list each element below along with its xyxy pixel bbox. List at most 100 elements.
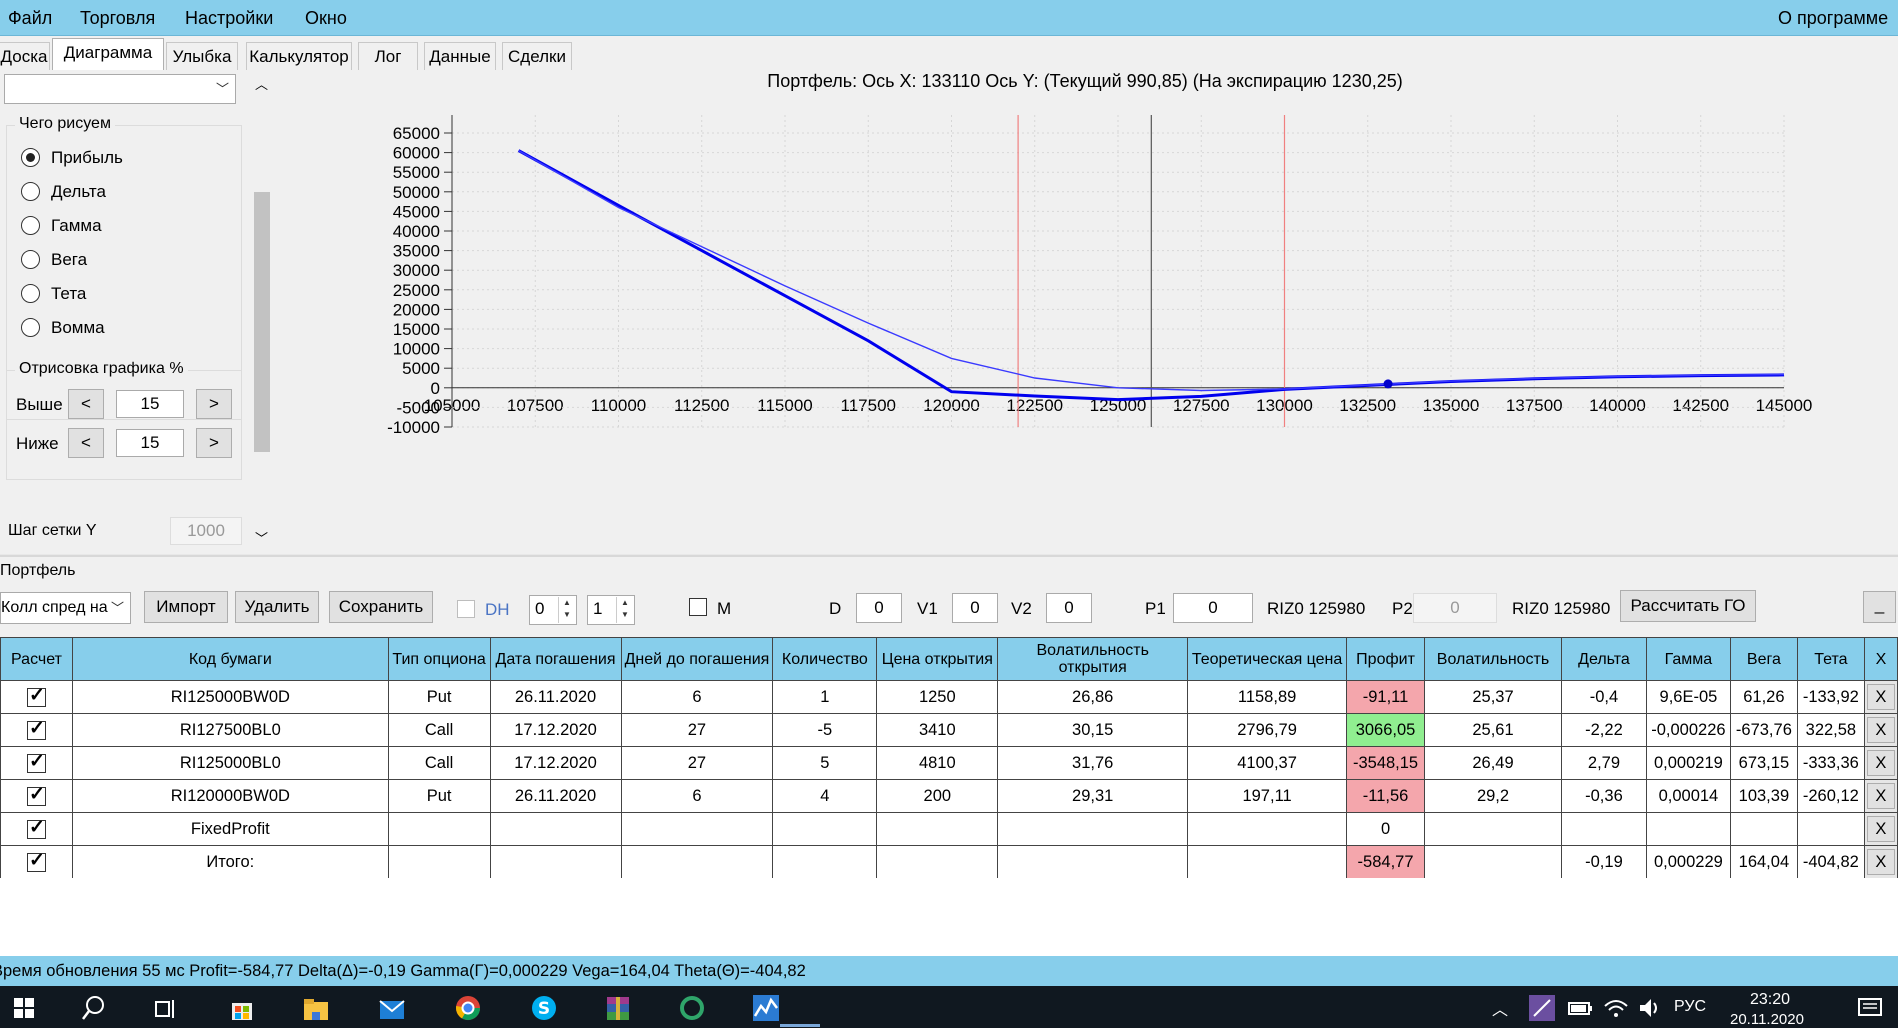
table-cell[interactable]: 0,00014	[1645, 779, 1731, 813]
remove-row-button[interactable]: X	[1866, 750, 1895, 776]
table-row[interactable]: RI127500BL0Call17.12.202027-5341030,1527…	[0, 713, 1898, 747]
table-cell[interactable]: Call	[387, 713, 491, 747]
import-button[interactable]: Импорт	[144, 591, 228, 623]
calculate-margin-button[interactable]: Рассчитать ГО	[1620, 590, 1756, 622]
pen-icon[interactable]	[1528, 994, 1556, 1022]
table-cell[interactable]: 6	[620, 779, 774, 813]
calc-checkbox[interactable]	[26, 717, 46, 740]
table-cell[interactable]: -584,77	[1346, 845, 1426, 879]
windows-start-icon[interactable]	[10, 994, 38, 1022]
header-delta[interactable]: Дельта	[1560, 637, 1647, 681]
table-cell[interactable]	[1424, 845, 1562, 879]
above-value[interactable]: 15	[116, 390, 184, 418]
table-cell[interactable]	[772, 812, 878, 846]
table-cell[interactable]	[1560, 812, 1647, 846]
table-cell[interactable]: 1	[772, 680, 878, 714]
table-cell[interactable]: 200	[876, 779, 999, 813]
table-cell[interactable]: 322,58	[1796, 713, 1865, 747]
mail-icon[interactable]	[378, 994, 406, 1022]
table-cell[interactable]: Put	[387, 779, 491, 813]
table-cell[interactable]: 4100,37	[1187, 746, 1348, 780]
table-cell[interactable]: -2,22	[1560, 713, 1647, 747]
table-cell[interactable]	[876, 845, 999, 879]
table-cell[interactable]: 61,26	[1729, 680, 1798, 714]
table-cell[interactable]	[997, 812, 1189, 846]
calc-checkbox-cell[interactable]	[0, 680, 73, 714]
table-cell[interactable]: 197,11	[1187, 779, 1348, 813]
table-cell[interactable]: -5	[772, 713, 878, 747]
store-icon[interactable]	[228, 994, 256, 1022]
table-cell[interactable]	[387, 812, 491, 846]
spin-box-2[interactable]: 1 ▲ ▼	[587, 595, 635, 625]
table-cell[interactable]: 2,79	[1560, 746, 1647, 780]
scrollbar-thumb[interactable]	[254, 192, 270, 452]
table-cell[interactable]: 2796,79	[1187, 713, 1348, 747]
table-cell[interactable]: RI125000BW0D	[71, 680, 389, 714]
tab-smile[interactable]: Улыбка	[166, 42, 238, 70]
tab-calculator[interactable]: Калькулятор	[246, 42, 352, 70]
table-cell[interactable]	[489, 812, 622, 846]
search-icon[interactable]	[80, 994, 108, 1022]
menu-settings[interactable]: Настройки	[185, 8, 273, 29]
updown-icon[interactable]: ▲ ▼	[616, 597, 633, 623]
table-row[interactable]: Итого: -584,77 -0,190,000229164,04-404,82X	[0, 845, 1898, 879]
show-hidden-icons-icon[interactable]: ︿	[1492, 996, 1508, 1020]
calc-checkbox[interactable]	[26, 849, 46, 872]
table-cell[interactable]: 29,31	[997, 779, 1189, 813]
table-cell[interactable]: -0,36	[1560, 779, 1647, 813]
table-cell[interactable]: 4	[772, 779, 878, 813]
table-cell[interactable]: 31,76	[997, 746, 1189, 780]
table-cell[interactable]	[489, 845, 622, 879]
remove-row-button[interactable]: X	[1866, 849, 1895, 875]
tab-data[interactable]: Данные	[424, 42, 496, 70]
remove-row-button[interactable]: X	[1866, 783, 1895, 809]
radio-button[interactable]	[21, 148, 40, 167]
remove-row-button[interactable]: X	[1866, 717, 1895, 743]
updown-icon[interactable]: ▲ ▼	[558, 597, 575, 623]
header-gamma[interactable]: Гамма	[1645, 637, 1731, 681]
header-vol[interactable]: Волатильность	[1424, 637, 1562, 681]
winrar-icon[interactable]	[604, 994, 632, 1022]
m-checkbox[interactable]	[689, 598, 707, 616]
table-cell[interactable]: -133,92	[1796, 680, 1865, 714]
menu-file[interactable]: Файл	[8, 8, 52, 29]
table-cell[interactable]: 29,2	[1424, 779, 1562, 813]
table-cell[interactable]: -260,12	[1796, 779, 1865, 813]
table-cell[interactable]: 25,61	[1424, 713, 1562, 747]
spin-box-1[interactable]: 0 ▲ ▼	[529, 595, 577, 625]
table-cell[interactable]: -333,36	[1796, 746, 1865, 780]
remove-row-button[interactable]: X	[1866, 816, 1895, 842]
remove-row-button[interactable]: X	[1866, 684, 1895, 710]
table-cell[interactable]: 17.12.2020	[489, 713, 622, 747]
minimize-button[interactable]: _	[1863, 591, 1896, 623]
table-cell[interactable]	[1187, 812, 1348, 846]
tab-board[interactable]: Доска	[0, 42, 50, 70]
radio-button[interactable]	[21, 182, 40, 201]
table-cell[interactable]	[997, 845, 1189, 879]
table-cell[interactable]: 6	[620, 680, 774, 714]
p1-input[interactable]: 0	[1173, 593, 1253, 623]
table-cell[interactable]	[620, 812, 774, 846]
calc-checkbox[interactable]	[26, 783, 46, 806]
menu-window[interactable]: Окно	[305, 8, 347, 29]
file-explorer-icon[interactable]	[302, 994, 330, 1022]
table-cell[interactable]: 0,000229	[1645, 845, 1731, 879]
menu-about[interactable]: О программе	[1778, 8, 1888, 29]
radio-button[interactable]	[21, 250, 40, 269]
table-cell[interactable]	[1796, 812, 1865, 846]
table-row[interactable]: RI120000BW0DPut26.11.20206420029,31197,1…	[0, 779, 1898, 813]
table-cell[interactable]: -404,82	[1796, 845, 1865, 879]
delete-button[interactable]: Удалить	[235, 591, 319, 623]
table-cell[interactable]	[387, 845, 491, 879]
table-cell[interactable]: 26.11.2020	[489, 680, 622, 714]
table-cell[interactable]: RI120000BW0D	[71, 779, 389, 813]
clock-time[interactable]: 23:20	[1750, 991, 1790, 1009]
splitter[interactable]	[0, 554, 1898, 557]
header-type[interactable]: Тип опциона	[387, 637, 491, 681]
volume-icon[interactable]	[1636, 994, 1664, 1022]
below-value[interactable]: 15	[116, 429, 184, 457]
table-cell[interactable]	[1187, 845, 1348, 879]
table-cell[interactable]: 30,15	[997, 713, 1189, 747]
calc-checkbox-cell[interactable]	[0, 713, 73, 747]
table-cell[interactable]: 26.11.2020	[489, 779, 622, 813]
